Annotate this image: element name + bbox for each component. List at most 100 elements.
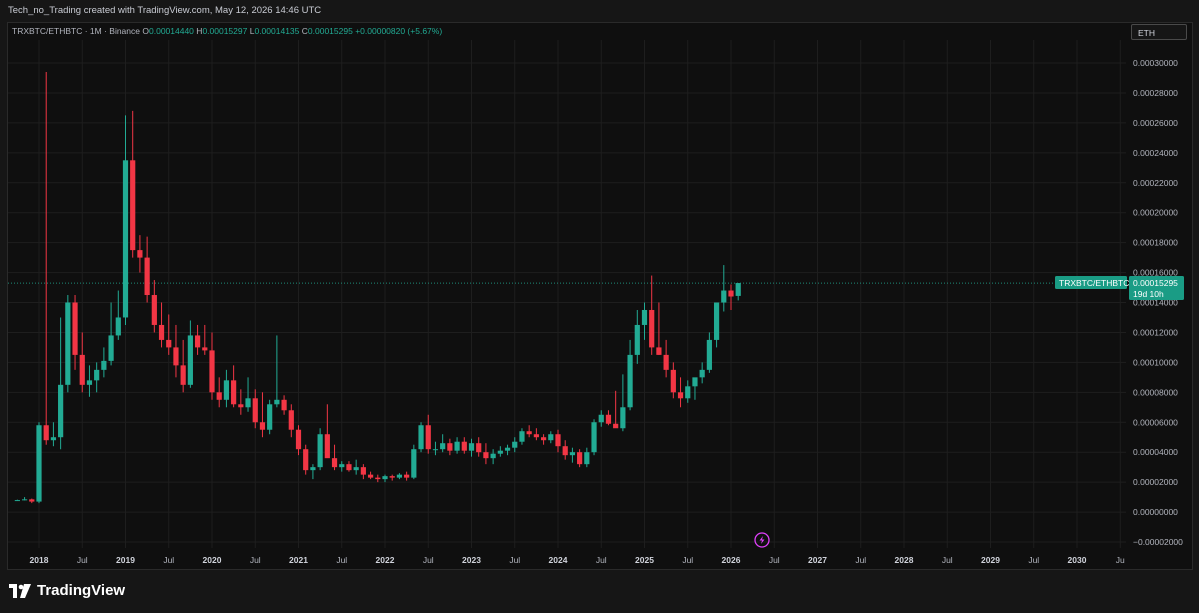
time-tick-label: 2020 [203,555,222,565]
low-value: 0.00014135 [254,26,300,36]
candle [353,459,359,475]
candle-body [360,467,366,475]
candle [605,410,612,426]
candle-body [548,434,554,441]
candle [692,377,698,400]
time-tick-label: Jul [682,555,693,565]
price-tag-group: TRXBTC/ETHBTC 0.00015295 19d 10h [1055,276,1184,300]
candle-body [440,443,446,450]
tradingview-logo[interactable]: TradingView [9,582,125,599]
candle-body [584,452,590,465]
candle-body [728,290,734,297]
symbol-name-tag-text: TRXBTC/ETHBTC [1059,278,1129,288]
candle-body [713,302,720,340]
candle [555,429,561,453]
time-tick-label: 2028 [895,555,914,565]
candle [404,471,410,481]
price-scale[interactable]: 0.00030000 0.00028000 0.00026000 0.00024000… [1133,58,1183,547]
candle [721,265,727,312]
time-tick-label: 2025 [635,555,654,565]
candle [130,110,136,258]
price-tick-label: 0.00022000 [1133,178,1178,188]
bar-countdown-text: 19d 10h [1133,289,1164,299]
candle-body [721,290,727,303]
price-tick-label: 0.00020000 [1133,208,1178,218]
price-tick-label: 0.00028000 [1133,88,1178,98]
candle [497,446,503,457]
candle-body [259,422,266,430]
candle [281,395,287,415]
candle-body [108,335,114,361]
candle [209,332,215,400]
candle [180,339,186,393]
time-tick-label: 2030 [1068,555,1087,565]
candle-body [324,434,330,459]
candle [375,474,381,483]
price-tick-label: 0.00026000 [1133,118,1178,128]
candle [288,404,294,438]
open-value: 0.00014440 [149,26,194,36]
candle-body [706,339,712,370]
candle-body [432,449,439,451]
time-tick-label: Jul [509,555,520,565]
candle [21,497,28,501]
candle [461,437,467,454]
candle [663,339,669,378]
change-value: +0.00000820 (+5.67%) [355,26,443,36]
candle-body [209,350,215,393]
candle-body [670,369,676,393]
candle [432,441,439,456]
candle-body [238,404,244,408]
candle [512,437,518,453]
candle [324,404,330,459]
candle [101,347,107,378]
candle [454,437,460,454]
candle-body [735,283,741,296]
candle [490,449,496,465]
symbol-search-input[interactable]: ETH [1131,24,1187,40]
candle-body [504,447,511,451]
candle [303,444,309,475]
series-legend[interactable]: TRXBTC/ETHBTC · 1M · Binance O0.00014440… [12,26,442,36]
candle-body [303,449,309,471]
candle-body [649,309,655,348]
price-tick-label: 0.00024000 [1133,148,1178,158]
candle-body [122,160,129,318]
grid-lines [8,40,1126,548]
candle [43,71,49,445]
lightning-icon[interactable] [754,532,770,548]
candle-body [79,354,85,385]
candle [598,410,604,427]
candle [317,428,323,471]
candle [620,374,626,432]
candle [238,389,244,415]
candle [533,428,539,441]
candle-body [223,380,230,400]
candle [706,332,712,373]
time-tick-label: 2019 [116,555,135,565]
candle-body [158,324,165,340]
candle [29,498,35,504]
candle [591,419,597,456]
time-tick-label: 2027 [808,555,827,565]
candlestick-chart[interactable]: 0.00030000 0.00028000 0.00026000 0.00024000… [0,0,1199,570]
candle-body [663,354,669,370]
candle [411,444,417,480]
symbol-title[interactable]: TRXBTC/ETHBTC · 1M · Binance [12,26,140,36]
candle-body [288,410,294,430]
candle [259,392,266,438]
candle [65,295,71,393]
candle [656,302,662,355]
candle-body [677,392,684,399]
time-tick-label: Jul [596,555,607,565]
candle [670,362,676,399]
candle [382,474,388,483]
candle-body [641,309,648,325]
candle [158,302,165,348]
time-scale[interactable]: 2018 Jul 2019 Jul 2020 Jul 2021 Jul 2022 Jul 2023 J… [30,555,1125,565]
candle-body [519,431,525,442]
time-tick-label: Jul [163,555,174,565]
candle [483,443,489,465]
time-tick-label: 2018 [30,555,49,565]
candle [641,302,648,340]
